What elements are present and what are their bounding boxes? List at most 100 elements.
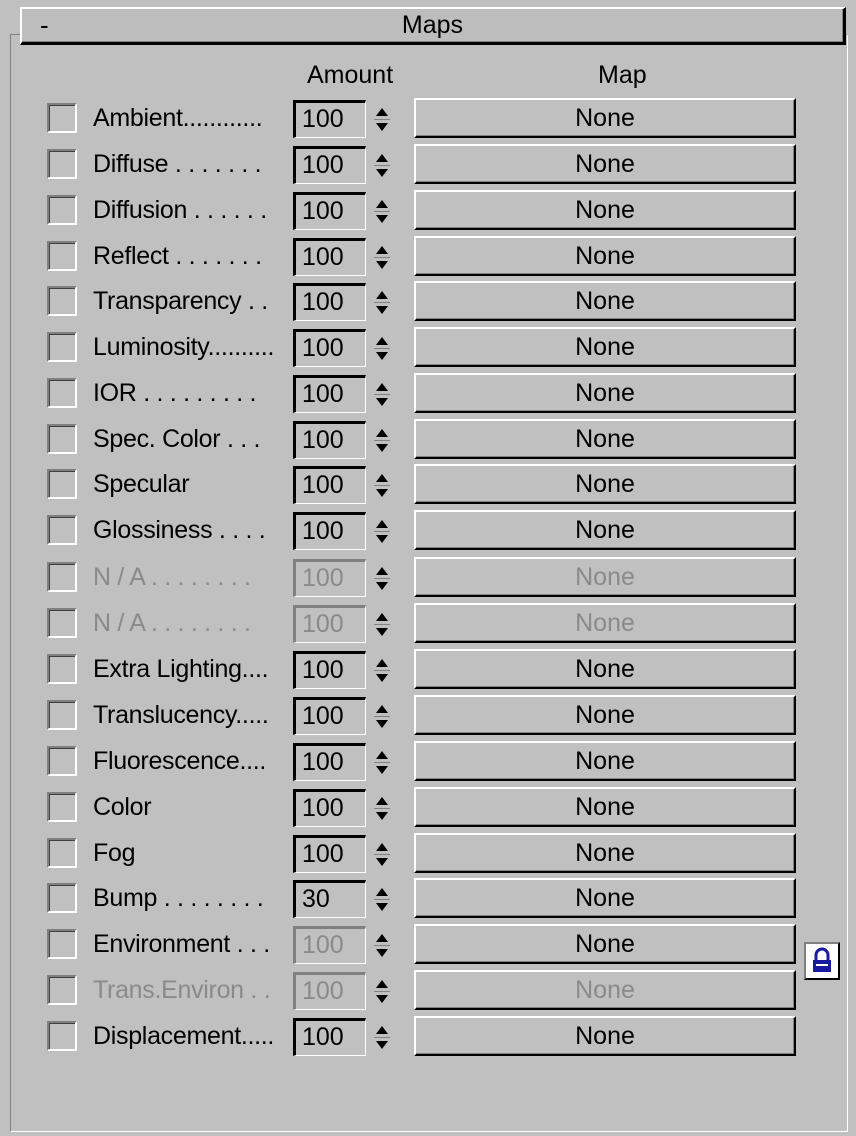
spinner-up-icon[interactable]	[376, 291, 388, 299]
amount-spinner-input[interactable]: 100	[293, 789, 366, 827]
amount-spinner-input[interactable]: 100	[293, 651, 366, 689]
amount-spinner-input[interactable]: 100	[293, 605, 366, 643]
spinner-up-icon[interactable]	[376, 337, 388, 345]
map-enable-checkbox[interactable]	[47, 608, 77, 638]
amount-spinner-arrows[interactable]	[372, 515, 392, 549]
map-slot-button[interactable]: None	[414, 557, 796, 597]
amount-spinner-arrows[interactable]	[372, 1021, 392, 1055]
spinner-down-icon[interactable]	[376, 215, 388, 223]
amount-spinner-input[interactable]: 100	[293, 329, 366, 367]
amount-spinner-input[interactable]: 100	[293, 512, 366, 550]
map-enable-checkbox[interactable]	[47, 654, 77, 684]
spinner-up-icon[interactable]	[376, 751, 388, 759]
spinner-up-icon[interactable]	[376, 246, 388, 254]
map-enable-checkbox[interactable]	[47, 792, 77, 822]
amount-spinner-input[interactable]: 100	[293, 743, 366, 781]
map-slot-button[interactable]: None	[414, 98, 796, 138]
spinner-down-icon[interactable]	[376, 995, 388, 1003]
spinner-down-icon[interactable]	[376, 352, 388, 360]
map-enable-checkbox[interactable]	[47, 332, 77, 362]
map-enable-checkbox[interactable]	[47, 378, 77, 408]
spinner-up-icon[interactable]	[376, 520, 388, 528]
map-slot-button[interactable]: None	[414, 970, 796, 1010]
amount-spinner-arrows[interactable]	[372, 332, 392, 366]
amount-spinner-input[interactable]: 100	[293, 559, 366, 597]
spinner-down-icon[interactable]	[376, 535, 388, 543]
spinner-down-icon[interactable]	[376, 949, 388, 957]
amount-spinner-input[interactable]: 100	[293, 972, 366, 1010]
amount-spinner-input[interactable]: 100	[293, 375, 366, 413]
spinner-down-icon[interactable]	[376, 720, 388, 728]
spinner-up-icon[interactable]	[376, 200, 388, 208]
map-slot-button[interactable]: None	[414, 603, 796, 643]
spinner-down-icon[interactable]	[376, 169, 388, 177]
map-slot-button[interactable]: None	[414, 419, 796, 459]
map-enable-checkbox[interactable]	[47, 241, 77, 271]
spinner-up-icon[interactable]	[376, 797, 388, 805]
amount-spinner-input[interactable]: 100	[293, 238, 366, 276]
spinner-down-icon[interactable]	[376, 582, 388, 590]
map-slot-button[interactable]: None	[414, 878, 796, 918]
amount-spinner-arrows[interactable]	[372, 562, 392, 596]
amount-spinner-input[interactable]: 100	[293, 466, 366, 504]
spinner-down-icon[interactable]	[376, 261, 388, 269]
map-slot-button[interactable]: None	[414, 833, 796, 873]
spinner-up-icon[interactable]	[376, 934, 388, 942]
spinner-down-icon[interactable]	[376, 628, 388, 636]
amount-spinner-arrows[interactable]	[372, 792, 392, 826]
amount-spinner-input[interactable]: 100	[293, 100, 366, 138]
spinner-up-icon[interactable]	[376, 383, 388, 391]
map-enable-checkbox[interactable]	[47, 975, 77, 1005]
spinner-up-icon[interactable]	[376, 108, 388, 116]
amount-spinner-input[interactable]: 100	[293, 192, 366, 230]
maps-rollout-header[interactable]: - Maps	[20, 7, 846, 45]
amount-spinner-arrows[interactable]	[372, 975, 392, 1009]
amount-spinner-arrows[interactable]	[372, 608, 392, 642]
map-slot-button[interactable]: None	[414, 373, 796, 413]
amount-spinner-input[interactable]: 100	[293, 926, 366, 964]
amount-spinner-input[interactable]: 100	[293, 283, 366, 321]
amount-spinner-arrows[interactable]	[372, 378, 392, 412]
spinner-up-icon[interactable]	[376, 567, 388, 575]
map-enable-checkbox[interactable]	[47, 195, 77, 225]
spinner-up-icon[interactable]	[376, 843, 388, 851]
map-slot-button[interactable]: None	[414, 649, 796, 689]
spinner-up-icon[interactable]	[376, 659, 388, 667]
spinner-down-icon[interactable]	[376, 123, 388, 131]
amount-spinner-arrows[interactable]	[372, 929, 392, 963]
spinner-up-icon[interactable]	[376, 429, 388, 437]
amount-spinner-arrows[interactable]	[372, 700, 392, 734]
amount-spinner-arrows[interactable]	[372, 103, 392, 137]
amount-spinner-input[interactable]: 30	[293, 880, 366, 918]
map-enable-checkbox[interactable]	[47, 286, 77, 316]
map-enable-checkbox[interactable]	[47, 838, 77, 868]
map-enable-checkbox[interactable]	[47, 515, 77, 545]
spinner-up-icon[interactable]	[376, 888, 388, 896]
spinner-down-icon[interactable]	[376, 812, 388, 820]
map-enable-checkbox[interactable]	[47, 929, 77, 959]
map-slot-button[interactable]: None	[414, 510, 796, 550]
amount-spinner-arrows[interactable]	[372, 424, 392, 458]
map-slot-button[interactable]: None	[414, 695, 796, 735]
amount-spinner-arrows[interactable]	[372, 469, 392, 503]
map-enable-checkbox[interactable]	[47, 1021, 77, 1051]
map-slot-button[interactable]: None	[414, 236, 796, 276]
amount-spinner-arrows[interactable]	[372, 838, 392, 872]
amount-spinner-arrows[interactable]	[372, 241, 392, 275]
spinner-down-icon[interactable]	[376, 674, 388, 682]
amount-spinner-arrows[interactable]	[372, 149, 392, 183]
map-slot-button[interactable]: None	[414, 464, 796, 504]
spinner-down-icon[interactable]	[376, 398, 388, 406]
amount-spinner-arrows[interactable]	[372, 746, 392, 780]
map-enable-checkbox[interactable]	[47, 700, 77, 730]
spinner-down-icon[interactable]	[376, 306, 388, 314]
spinner-down-icon[interactable]	[376, 489, 388, 497]
amount-spinner-input[interactable]: 100	[293, 697, 366, 735]
map-slot-button[interactable]: None	[414, 924, 796, 964]
amount-spinner-arrows[interactable]	[372, 654, 392, 688]
map-slot-button[interactable]: None	[414, 327, 796, 367]
spinner-down-icon[interactable]	[376, 858, 388, 866]
map-enable-checkbox[interactable]	[47, 883, 77, 913]
map-enable-checkbox[interactable]	[47, 562, 77, 592]
map-enable-checkbox[interactable]	[47, 469, 77, 499]
